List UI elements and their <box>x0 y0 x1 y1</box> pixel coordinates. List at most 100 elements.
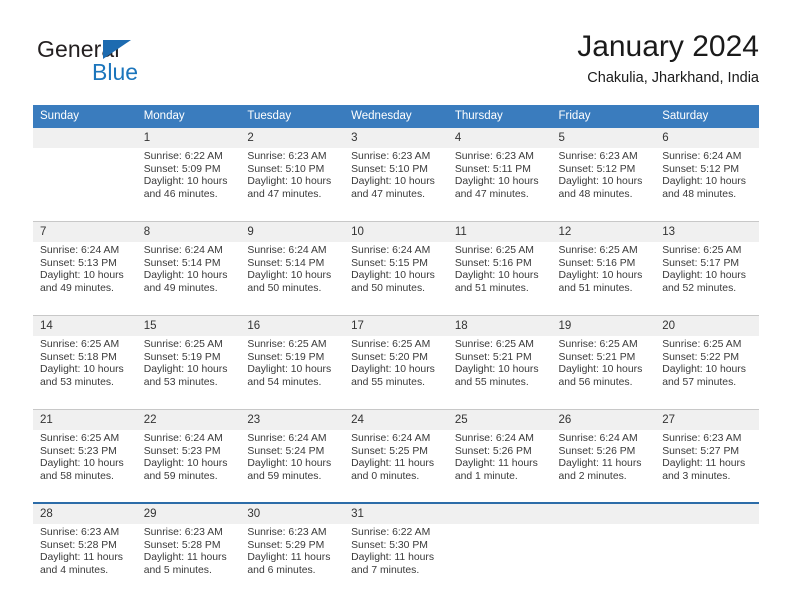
daylight-text-line2: and 59 minutes. <box>247 470 322 482</box>
day-number[interactable]: 10 <box>344 222 448 242</box>
day-number[interactable]: 18 <box>447 316 552 336</box>
day-cell[interactable]: Sunrise: 6:22 AM Sunset: 5:30 PM Dayligh… <box>344 524 448 596</box>
day-cell[interactable] <box>551 524 656 596</box>
daylight-text-line2: and 55 minutes. <box>454 376 529 388</box>
day-cell[interactable]: Sunrise: 6:24 AM Sunset: 5:26 PM Dayligh… <box>447 430 552 502</box>
sunset-text: Sunset: 5:13 PM <box>40 257 117 269</box>
daylight-text-line2: and 50 minutes. <box>247 282 322 294</box>
day-number[interactable]: 20 <box>655 316 759 336</box>
daylight-text-line1: Daylight: 11 hours <box>40 552 123 564</box>
day-cell[interactable]: Sunrise: 6:25 AM Sunset: 5:21 PM Dayligh… <box>551 336 656 408</box>
sunrise-text: Sunrise: 6:24 AM <box>351 433 431 444</box>
day-number[interactable] <box>447 504 552 524</box>
day-cell[interactable]: Sunrise: 6:24 AM Sunset: 5:13 PM Dayligh… <box>33 242 137 314</box>
daylight-text-line1: Daylight: 11 hours <box>351 458 435 470</box>
day-cell[interactable]: Sunrise: 6:23 AM Sunset: 5:12 PM Dayligh… <box>551 148 656 220</box>
day-number[interactable]: 27 <box>655 410 759 430</box>
day-cell[interactable]: Sunrise: 6:24 AM Sunset: 5:15 PM Dayligh… <box>344 242 448 314</box>
day-cell[interactable]: Sunrise: 6:23 AM Sunset: 5:29 PM Dayligh… <box>240 524 345 596</box>
day-number[interactable]: 28 <box>33 504 137 524</box>
day-cell[interactable] <box>33 148 137 220</box>
day-cell[interactable]: Sunrise: 6:25 AM Sunset: 5:16 PM Dayligh… <box>447 242 552 314</box>
day-cell[interactable] <box>655 524 759 596</box>
day-cell[interactable]: Sunrise: 6:23 AM Sunset: 5:10 PM Dayligh… <box>344 148 448 220</box>
day-number[interactable]: 9 <box>240 222 345 242</box>
sunset-text: Sunset: 5:19 PM <box>143 351 221 363</box>
general-blue-logo[interactable]: General Blue <box>37 36 187 92</box>
day-number[interactable]: 7 <box>33 222 137 242</box>
day-cell[interactable]: Sunrise: 6:25 AM Sunset: 5:20 PM Dayligh… <box>344 336 448 408</box>
day-cell[interactable]: Sunrise: 6:25 AM Sunset: 5:17 PM Dayligh… <box>655 242 759 314</box>
day-number[interactable]: 12 <box>551 222 656 242</box>
day-number[interactable]: 6 <box>655 128 759 148</box>
day-number[interactable]: 24 <box>344 410 448 430</box>
sunrise-text: Sunrise: 6:23 AM <box>247 527 327 538</box>
day-number[interactable]: 31 <box>344 504 448 524</box>
sunset-text: Sunset: 5:20 PM <box>351 351 428 363</box>
day-cell[interactable]: Sunrise: 6:25 AM Sunset: 5:18 PM Dayligh… <box>33 336 137 408</box>
day-number[interactable]: 15 <box>136 316 241 336</box>
sunset-text: Sunset: 5:11 PM <box>454 163 531 175</box>
day-number[interactable]: 21 <box>33 410 137 430</box>
day-cell[interactable]: Sunrise: 6:23 AM Sunset: 5:28 PM Dayligh… <box>136 524 241 596</box>
day-number[interactable]: 25 <box>447 410 552 430</box>
day-number[interactable]: 17 <box>344 316 448 336</box>
day-cell[interactable]: Sunrise: 6:23 AM Sunset: 5:27 PM Dayligh… <box>655 430 759 502</box>
day-cell[interactable]: Sunrise: 6:23 AM Sunset: 5:28 PM Dayligh… <box>33 524 137 596</box>
day-number[interactable]: 1 <box>136 128 241 148</box>
day-number[interactable]: 5 <box>551 128 656 148</box>
week-4-detail-row: Sunrise: 6:25 AM Sunset: 5:23 PM Dayligh… <box>33 430 759 502</box>
day-number[interactable]: 4 <box>447 128 552 148</box>
sunset-text: Sunset: 5:23 PM <box>40 445 117 457</box>
day-number[interactable] <box>655 504 759 524</box>
day-cell[interactable]: Sunrise: 6:24 AM Sunset: 5:12 PM Dayligh… <box>655 148 759 220</box>
day-number[interactable] <box>551 504 656 524</box>
daylight-text-line1: Daylight: 10 hours <box>558 270 643 282</box>
day-number[interactable]: 26 <box>551 410 656 430</box>
daylight-text-line1: Daylight: 10 hours <box>454 364 539 376</box>
day-cell[interactable]: Sunrise: 6:25 AM Sunset: 5:16 PM Dayligh… <box>551 242 656 314</box>
day-number[interactable]: 2 <box>240 128 345 148</box>
day-cell[interactable]: Sunrise: 6:25 AM Sunset: 5:23 PM Dayligh… <box>33 430 137 502</box>
daylight-text-line1: Daylight: 10 hours <box>40 270 124 282</box>
day-number[interactable]: 16 <box>240 316 345 336</box>
page-title: January 2024 <box>577 30 759 63</box>
daylight-text-line1: Daylight: 10 hours <box>143 364 228 376</box>
day-number[interactable]: 19 <box>551 316 656 336</box>
daylight-text-line2: and 53 minutes. <box>143 376 218 388</box>
day-cell[interactable]: Sunrise: 6:25 AM Sunset: 5:22 PM Dayligh… <box>655 336 759 408</box>
day-number[interactable]: 14 <box>33 316 137 336</box>
title-block: January 2024 Chakulia, Jharkhand, India <box>577 28 759 89</box>
day-cell[interactable]: Sunrise: 6:23 AM Sunset: 5:11 PM Dayligh… <box>447 148 552 220</box>
day-cell[interactable]: Sunrise: 6:22 AM Sunset: 5:09 PM Dayligh… <box>136 148 241 220</box>
day-number[interactable]: 22 <box>136 410 241 430</box>
weekday-header-wednesday: Wednesday <box>344 105 448 128</box>
sunrise-text: Sunrise: 6:23 AM <box>662 433 742 444</box>
day-cell[interactable]: Sunrise: 6:24 AM Sunset: 5:14 PM Dayligh… <box>240 242 345 314</box>
day-cell[interactable]: Sunrise: 6:24 AM Sunset: 5:23 PM Dayligh… <box>136 430 241 502</box>
day-cell[interactable]: Sunrise: 6:24 AM Sunset: 5:24 PM Dayligh… <box>240 430 345 502</box>
sunset-text: Sunset: 5:24 PM <box>247 445 325 457</box>
day-number[interactable]: 11 <box>447 222 552 242</box>
day-cell[interactable]: Sunrise: 6:24 AM Sunset: 5:25 PM Dayligh… <box>344 430 448 502</box>
daylight-text-line2: and 48 minutes. <box>662 188 737 200</box>
sunrise-text: Sunrise: 6:25 AM <box>558 339 638 350</box>
day-cell[interactable]: Sunrise: 6:24 AM Sunset: 5:26 PM Dayligh… <box>551 430 656 502</box>
day-number[interactable]: 30 <box>240 504 345 524</box>
day-number[interactable]: 13 <box>655 222 759 242</box>
day-number[interactable] <box>33 128 137 148</box>
week-3-detail-row: Sunrise: 6:25 AM Sunset: 5:18 PM Dayligh… <box>33 336 759 408</box>
day-number[interactable]: 23 <box>240 410 345 430</box>
daylight-text-line1: Daylight: 10 hours <box>143 176 228 188</box>
day-cell[interactable]: Sunrise: 6:25 AM Sunset: 5:19 PM Dayligh… <box>240 336 345 408</box>
day-number[interactable]: 29 <box>136 504 241 524</box>
sunset-text: Sunset: 5:21 PM <box>454 351 532 363</box>
day-number[interactable]: 3 <box>344 128 448 148</box>
day-cell[interactable] <box>447 524 552 596</box>
day-cell[interactable]: Sunrise: 6:24 AM Sunset: 5:14 PM Dayligh… <box>136 242 241 314</box>
daylight-text-line1: Daylight: 11 hours <box>143 552 227 564</box>
day-cell[interactable]: Sunrise: 6:25 AM Sunset: 5:19 PM Dayligh… <box>136 336 241 408</box>
day-number[interactable]: 8 <box>136 222 241 242</box>
day-cell[interactable]: Sunrise: 6:23 AM Sunset: 5:10 PM Dayligh… <box>240 148 345 220</box>
day-cell[interactable]: Sunrise: 6:25 AM Sunset: 5:21 PM Dayligh… <box>447 336 552 408</box>
